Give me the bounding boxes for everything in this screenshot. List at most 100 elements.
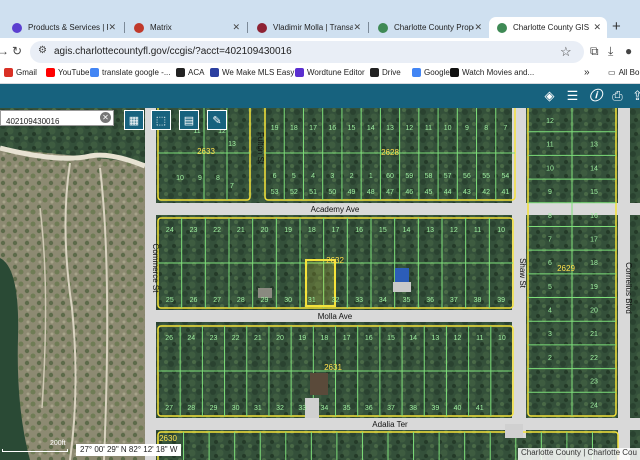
lot-number: 5	[292, 173, 296, 180]
lot-number: 35	[343, 405, 351, 412]
select-box-icon[interactable]: ⬚	[151, 110, 171, 130]
tab-label: Charlotte County Propert	[394, 23, 475, 32]
lot-number: 19	[271, 125, 279, 132]
lot-number: 12	[546, 118, 554, 125]
clear-search-icon[interactable]: ✕	[100, 112, 111, 123]
lot-number: 32	[276, 405, 284, 412]
close-tab-icon[interactable]: ✕	[108, 22, 116, 33]
tab-favicon-icon	[257, 22, 267, 33]
tab-products-services[interactable]: Products & Services | Pul ✕	[4, 17, 122, 38]
bookmark-item[interactable]: Google	[412, 68, 450, 77]
lot-number: 8	[484, 125, 488, 132]
close-tab-icon[interactable]: ✕	[353, 22, 361, 33]
tab-label: Charlotte County GIS	[513, 23, 590, 32]
lot-number: 20	[261, 227, 269, 234]
bookmark-item[interactable]: translate google -...	[90, 68, 170, 77]
parcel-search-box[interactable]: ✕	[0, 110, 114, 129]
forward-icon[interactable]: →	[0, 44, 9, 58]
lot-number: 26	[165, 335, 173, 342]
bookmark-item[interactable]: ACA	[176, 68, 204, 77]
bookmark-label: Gmail	[16, 68, 37, 77]
lot-number: 37	[450, 297, 458, 304]
close-tab-icon[interactable]: ✕	[593, 22, 601, 33]
gis-app-header: ◈ ☰ ⓘ ⎙ ⇪	[0, 84, 640, 108]
basemap-grid-icon[interactable]: ▦	[124, 110, 144, 130]
bookmark-favicon-icon	[450, 68, 459, 77]
bookmark-item[interactable]: Watch Movies and...	[450, 68, 534, 77]
lot-number: 14	[409, 335, 417, 342]
lot-number: 13	[431, 335, 439, 342]
notes-icon[interactable]: ▤	[179, 110, 199, 130]
draw-pencil-icon[interactable]: ✎	[207, 110, 227, 130]
lot-number: 39	[497, 297, 505, 304]
lot-number: 45	[425, 189, 433, 196]
profile-icon[interactable]: ●	[625, 44, 632, 58]
all-bookmarks-button[interactable]: ▭ All Bo	[608, 68, 639, 77]
close-tab-icon[interactable]: ✕	[474, 22, 482, 33]
lot-number: 11	[476, 335, 483, 342]
lot-number: 16	[590, 213, 598, 220]
lot-number: 24	[590, 402, 598, 409]
tab-divider	[368, 22, 369, 33]
bookmarks-overflow-icon[interactable]: »	[584, 67, 590, 78]
lot-number: 26	[190, 297, 198, 304]
bookmark-item[interactable]: Drive	[370, 68, 401, 77]
info-icon[interactable]: ⓘ	[587, 87, 604, 104]
bookmark-label: Drive	[382, 68, 401, 77]
lot-number: 1	[369, 173, 373, 180]
map-attribution: Charlotte County | Charlotte Cou	[518, 448, 640, 460]
lot-number: 10	[497, 227, 505, 234]
lot-number: 2	[548, 355, 552, 362]
site-info-icon[interactable]: ⚙	[38, 45, 47, 56]
tab-charlotte-county-property[interactable]: Charlotte County Propert ✕	[370, 17, 488, 38]
share-icon[interactable]: ⇪	[629, 87, 640, 104]
lot-number: 6	[273, 173, 277, 180]
block-number: 2633	[197, 147, 215, 156]
lot-number: 43	[463, 189, 471, 196]
lot-number: 12	[405, 125, 413, 132]
lot-number: 12	[450, 227, 458, 234]
lot-number: 59	[405, 173, 413, 180]
lot-number: 48	[367, 189, 375, 196]
street-label-academy-ave: Academy Ave	[311, 205, 360, 214]
map-canvas[interactable]: 1965318552174511635015249141481360471259…	[0, 108, 640, 460]
url-text[interactable]: agis.charlottecountyfl.gov/ccgis/?acct=4…	[54, 46, 292, 57]
address-bar[interactable]: ⚙ agis.charlottecountyfl.gov/ccgis/?acct…	[30, 41, 584, 63]
new-tab-button[interactable]: +	[612, 18, 621, 35]
lot-number: 10	[176, 175, 184, 182]
close-tab-icon[interactable]: ✕	[232, 22, 240, 33]
lot-number: 14	[367, 125, 375, 132]
parcel-search-input[interactable]	[1, 114, 97, 129]
reload-icon[interactable]: ↻	[12, 44, 22, 58]
bookmark-item[interactable]: Gmail	[4, 68, 37, 77]
driveway	[305, 398, 319, 418]
bookmark-label: Wordtune Editor	[307, 68, 365, 77]
bookmark-favicon-icon	[370, 68, 379, 77]
tab-matrix[interactable]: Matrix ✕	[126, 17, 246, 38]
tab-vladimir-molla[interactable]: Vladimir Molla | Transacti ✕	[249, 17, 367, 38]
tab-divider	[124, 22, 125, 33]
bookmark-item[interactable]: YouTube	[46, 68, 89, 77]
list-icon[interactable]: ☰	[564, 87, 581, 104]
lot-number: 11	[474, 227, 481, 234]
bookmark-item[interactable]: We Make MLS Easy	[210, 68, 294, 77]
bookmark-label: translate google -...	[102, 68, 171, 77]
lot-number: 55	[482, 173, 490, 180]
lot-number: 56	[463, 173, 471, 180]
bookmark-item[interactable]: Wordtune Editor	[295, 68, 365, 77]
print-icon[interactable]: ⎙	[609, 87, 626, 104]
bookmark-favicon-icon	[4, 68, 13, 77]
parcel-map[interactable]: 19 6 53 18 5 52 17 4 51 16 3 50 15 2 49 14 1 48 13 60 47 12 59…	[0, 108, 640, 460]
extensions-icon[interactable]: ⧉	[590, 44, 599, 59]
lot-number: 29	[210, 405, 218, 412]
street-label-molla-ave: Molla Ave	[318, 312, 353, 321]
lot-number: 18	[290, 125, 298, 132]
lot-number: 34	[321, 405, 329, 412]
lot-number: 23	[590, 379, 598, 386]
lot-number: 34	[379, 297, 387, 304]
tab-charlotte-county-gis[interactable]: Charlotte County GIS ✕	[489, 17, 607, 38]
download-icon[interactable]: ⤓	[608, 44, 613, 59]
layers-icon[interactable]: ◈	[541, 87, 558, 104]
lot-number: 4	[311, 173, 315, 180]
bookmark-star-icon[interactable]: ☆	[560, 44, 572, 60]
